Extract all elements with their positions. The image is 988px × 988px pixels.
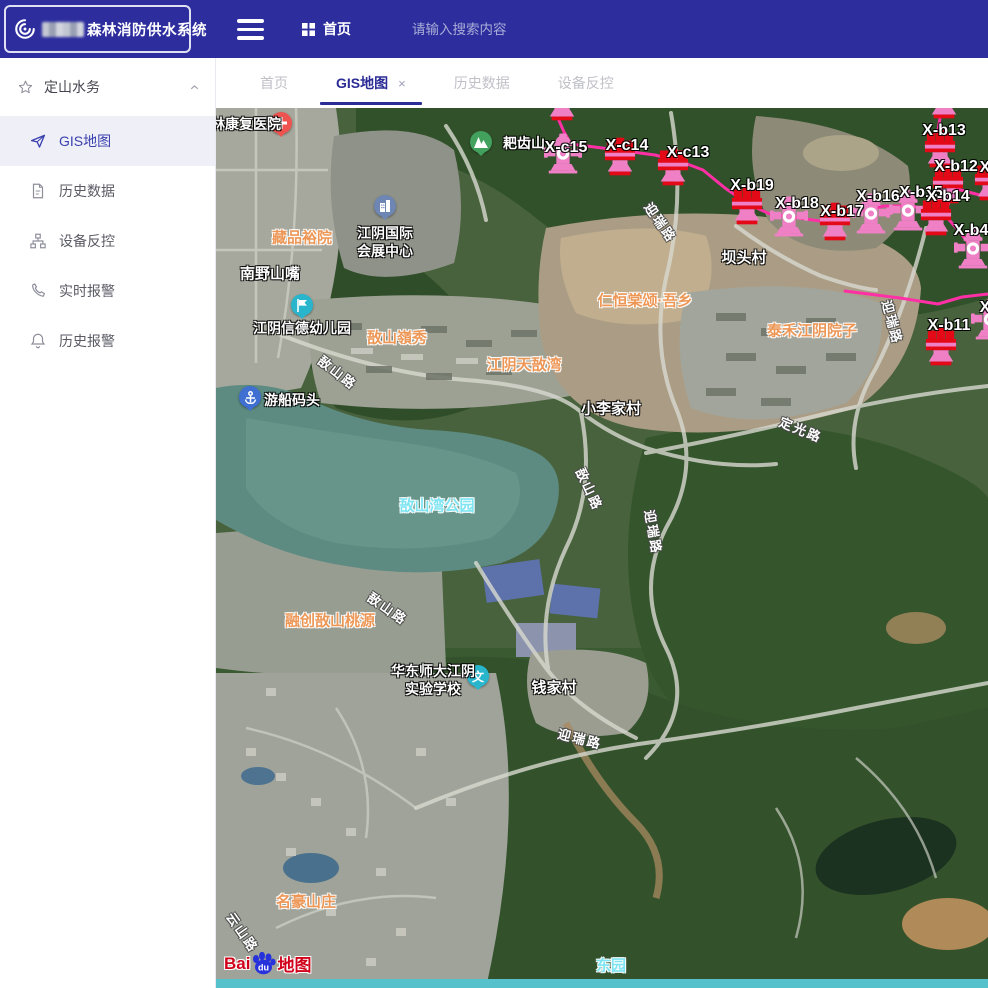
building-icon (374, 195, 396, 217)
map-canvas[interactable]: X-c15X-c14X-c13X-b19X-b18X-b17X-b16X-b15… (216, 108, 988, 988)
road-label: 敔山路 (572, 465, 608, 514)
sidebar-item-历史报警[interactable]: 历史报警 (0, 316, 215, 366)
poi-label: 游船码头 (264, 391, 320, 409)
place-label: 名豪山庄 (276, 891, 336, 912)
device-label-X[interactable]: X (980, 159, 988, 177)
tab-label: 历史数据 (454, 73, 510, 93)
poi-label: 耙齿山 (503, 134, 545, 152)
sidebar-item-label: 实时报警 (59, 281, 115, 301)
poi-label: 江阴信德幼儿园 (253, 319, 351, 337)
sidebar-item-设备反控[interactable]: 设备反控 (0, 216, 215, 266)
tab-label: GIS地图 (336, 73, 388, 93)
phone-icon (29, 282, 47, 300)
logo-redacted-area (42, 22, 84, 37)
place-label: 融创敔山桃源 (285, 610, 375, 631)
baidu-paw-icon: du (251, 952, 276, 975)
sidebar-item-label: GIS地图 (59, 131, 111, 151)
svg-text:du: du (258, 963, 269, 973)
spiral-logo-icon (11, 15, 39, 43)
road-label: 迎瑞路 (556, 723, 604, 752)
place-label: 小李家村 (581, 398, 641, 419)
device-label-X-b18[interactable]: X-b18 (775, 195, 819, 213)
road-label: 云山路 (222, 908, 263, 956)
sidebar-item-实时报警[interactable]: 实时报警 (0, 266, 215, 316)
sidebar-group-label: 定山水务 (44, 77, 100, 97)
flag-icon (291, 294, 313, 316)
road-label: 定光路 (777, 412, 826, 446)
tab-label: 设备反控 (558, 73, 614, 93)
tab-设备反控[interactable]: 设备反控 (534, 58, 638, 108)
device-label-X-b12[interactable]: X-b12 (934, 158, 978, 176)
place-label: 泰禾江阴院子 (767, 320, 857, 341)
baidu-logo-map-word: 地图 (277, 951, 311, 976)
document-icon (29, 182, 47, 200)
sidebar-item-label: 历史数据 (59, 181, 115, 201)
baidu-logo-bai: Bai (224, 954, 250, 974)
sidebar-item-GIS地图[interactable]: GIS地图 (0, 116, 215, 166)
send-icon (29, 132, 47, 150)
sidebar-item-label: 历史报警 (59, 331, 115, 351)
sidebar-group-dingshan[interactable]: 定山水务 (0, 58, 215, 116)
road-label: 迎瑞路 (878, 298, 908, 346)
grid-icon (302, 23, 315, 36)
place-label: 江阴天敔湾 (486, 354, 561, 375)
place-label: 敔山嶺秀 (367, 327, 427, 348)
app-title: 森林消防供水系统 (87, 19, 207, 40)
device-label-X-c13[interactable]: X-c13 (667, 144, 710, 162)
sitemap-icon (29, 232, 47, 250)
place-label: 东园 (596, 955, 626, 976)
device-label-X-b14[interactable]: X-b14 (926, 188, 970, 206)
device-label-X-c15[interactable]: X-c15 (545, 139, 588, 157)
app-header: 森林消防供水系统 首页 (0, 0, 988, 58)
sidebar-item-历史数据[interactable]: 历史数据 (0, 166, 215, 216)
road-label: 迎瑞路 (641, 508, 668, 556)
bell-icon (29, 332, 47, 350)
tab-label: 首页 (260, 73, 288, 93)
device-label-X-b4[interactable]: X-b4 (954, 222, 988, 240)
place-label: 仁恒棠颂·吾乡 (598, 290, 693, 311)
star-icon (17, 79, 34, 96)
device-label-X-b11[interactable]: X-b11 (928, 317, 971, 335)
poi-label: 江阴国际会展中心 (357, 224, 413, 260)
sidebar: 定山水务 GIS地图历史数据设备反控实时报警历史报警 (0, 58, 216, 988)
tab-close-icon[interactable]: × (398, 76, 406, 91)
search-input[interactable] (410, 21, 634, 38)
place-label: 坝头村 (721, 247, 766, 268)
poi-label: 林康复医院 (216, 115, 281, 133)
device-label-X-b13[interactable]: X-b13 (922, 122, 966, 140)
place-label: 藏品裕院 (272, 227, 332, 248)
tab-bar: 首页 GIS地图 × 历史数据 设备反控 (216, 58, 988, 108)
header-search (410, 0, 634, 58)
hamburger-menu-icon[interactable] (237, 19, 264, 40)
place-label: 敔山湾公园 (399, 495, 474, 516)
place-label: 钱家村 (531, 677, 576, 698)
header-nav-home-label: 首页 (323, 19, 351, 39)
chevron-up-icon[interactable] (188, 81, 201, 94)
device-label-X-b16[interactable]: X-b16 (856, 188, 900, 206)
device-label-X-c14[interactable]: X-c14 (606, 137, 649, 155)
header-nav-home[interactable]: 首页 (302, 0, 351, 58)
poi-label: 华东师大江阴实验学校 (391, 662, 475, 698)
road-label: 敔山路 (314, 351, 361, 394)
tab-GIS地图[interactable]: GIS地图 × (312, 58, 430, 108)
tab-历史数据[interactable]: 历史数据 (430, 58, 534, 108)
hydrant-marker-icon[interactable] (546, 108, 578, 126)
device-label-X-b19[interactable]: X-b19 (730, 177, 774, 195)
tab-首页[interactable]: 首页 (236, 58, 312, 108)
app-logo: 森林消防供水系统 (4, 5, 191, 53)
baidu-maps-logo[interactable]: Bai du 地图 (224, 951, 311, 976)
sidebar-item-label: 设备反控 (59, 231, 115, 251)
anchor-icon (239, 386, 261, 408)
device-label-X[interactable]: X (980, 299, 988, 317)
place-label: 南野山嘴 (240, 263, 300, 284)
mountain-icon (470, 131, 492, 153)
road-label: 迎瑞路 (640, 198, 681, 246)
